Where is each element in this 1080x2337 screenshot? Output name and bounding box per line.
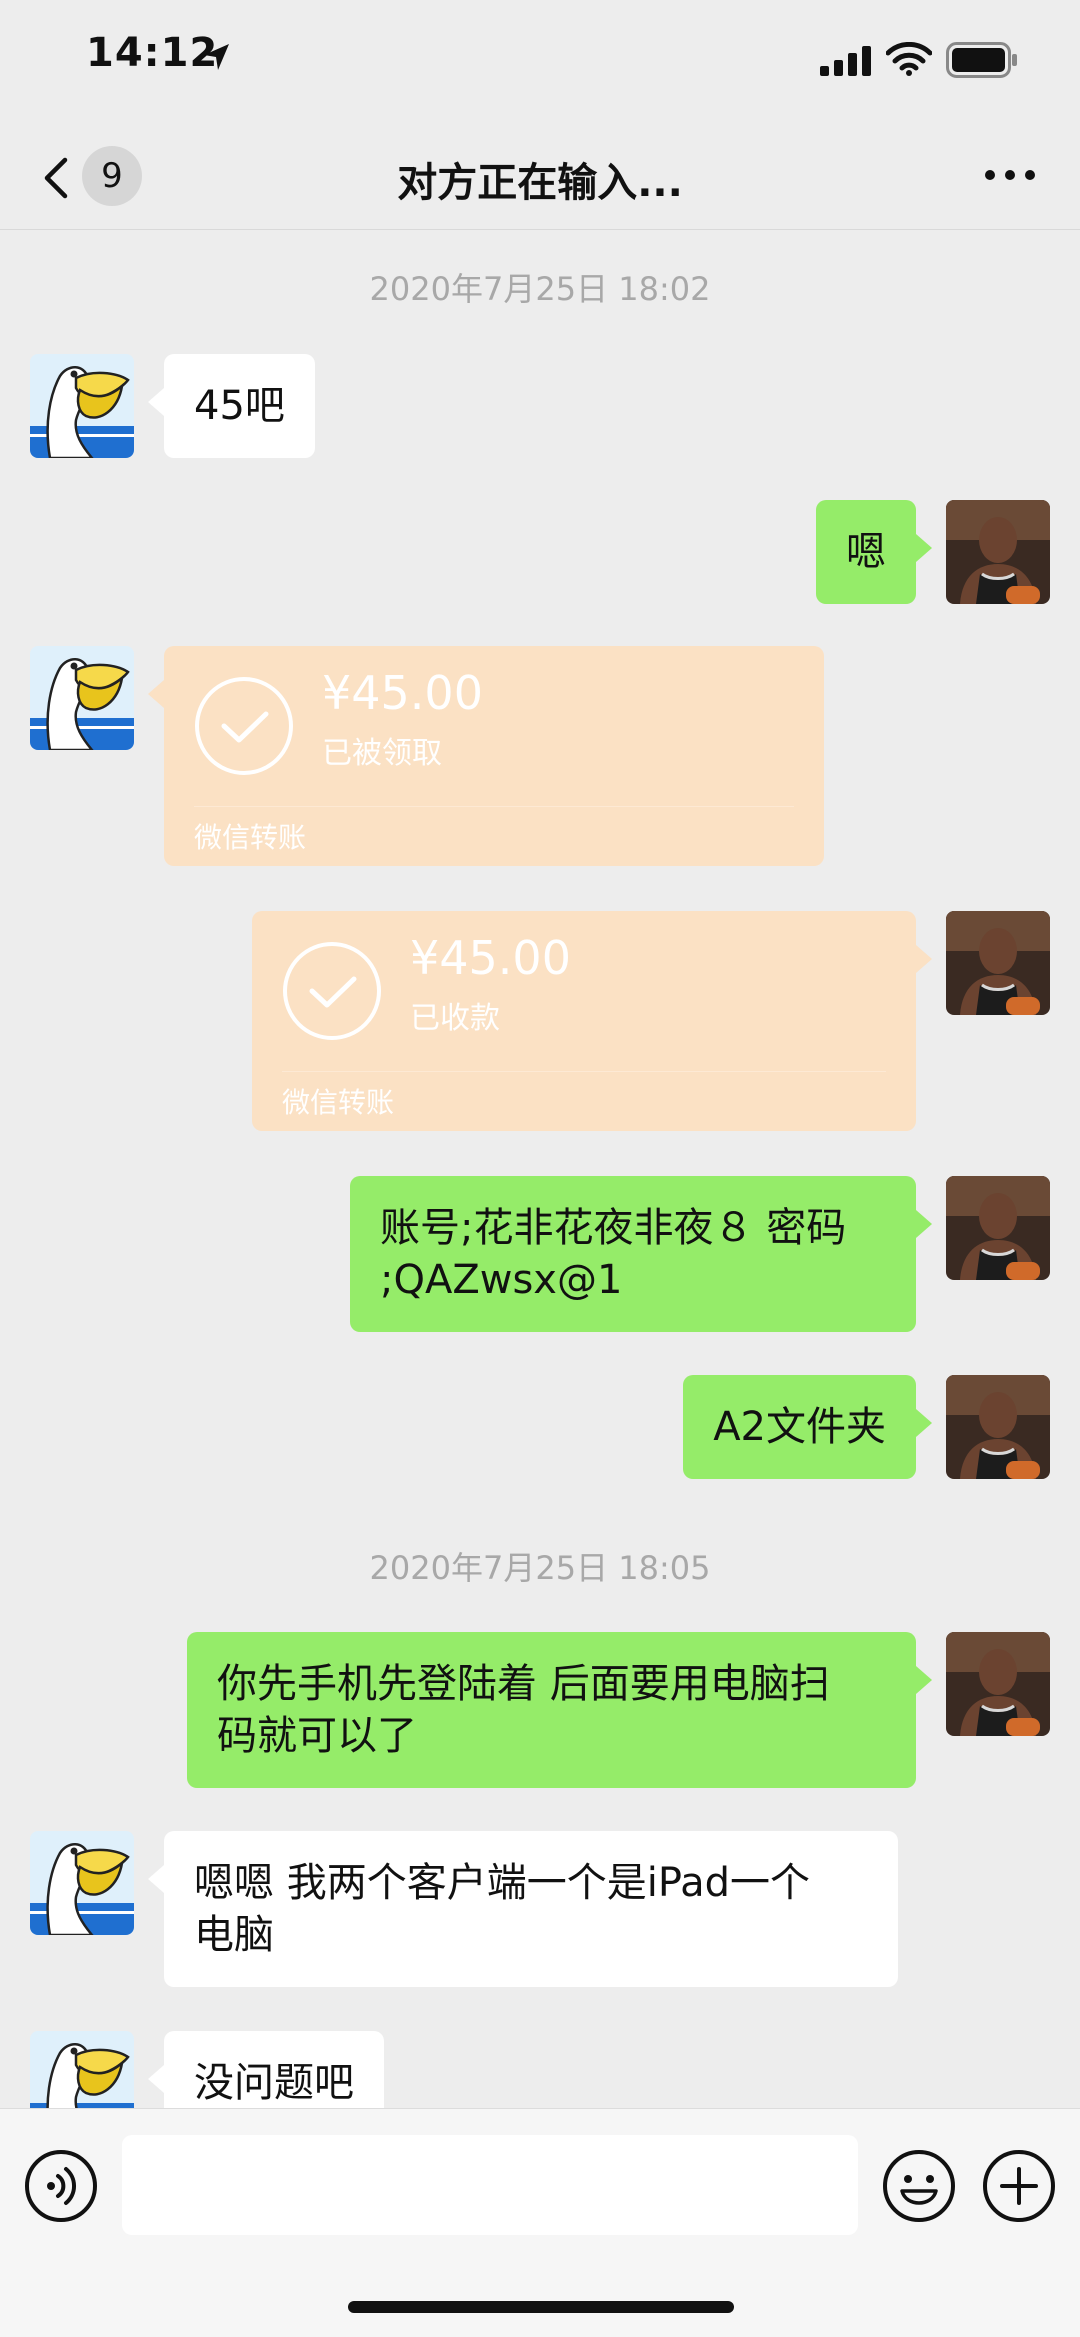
message-text: 嗯嗯 我两个客户端一个是iPad一个: [194, 1860, 811, 1906]
contact-avatar[interactable]: [30, 646, 134, 750]
contact-avatar[interactable]: [30, 354, 134, 458]
sent-message[interactable]: 账号;花非花夜非夜８ 密码 ;QAZwsx@1: [350, 1176, 932, 1332]
contact-avatar[interactable]: [30, 2031, 134, 2108]
location-arrow-icon: [204, 44, 229, 70]
chat-area[interactable]: 2020年7月25日 18:02 45吧 嗯 ¥45.00 已被领取 微信转账 …: [0, 231, 1080, 2108]
message-text: 没问题吧: [194, 2060, 354, 2106]
message-text: A2文件夹: [713, 1404, 886, 1450]
divider: [282, 1071, 886, 1072]
transfer-label: 微信转账: [194, 821, 307, 854]
check-circle-icon: [283, 942, 381, 1040]
message-text: ;QAZwsx@1: [380, 1257, 623, 1303]
back-button[interactable]: 9: [30, 140, 150, 210]
transfer-label: 微信转账: [282, 1086, 395, 1119]
message-text: 码就可以了: [217, 1713, 417, 1759]
plus-icon[interactable]: [982, 2149, 1056, 2223]
emoji-icon[interactable]: [882, 2149, 956, 2223]
transfer-amount: ¥45.00: [322, 666, 483, 720]
nav-bar: 9 对方正在输入...: [0, 120, 1080, 230]
transfer-amount: ¥45.00: [410, 931, 571, 985]
message-text: 嗯: [846, 529, 886, 575]
transfer-card[interactable]: ¥45.00 已收款 微信转账: [252, 911, 932, 1131]
my-avatar[interactable]: [946, 1632, 1050, 1736]
transfer-card[interactable]: ¥45.00 已被领取 微信转账: [148, 646, 824, 866]
chevron-left-icon: [44, 157, 68, 199]
received-message[interactable]: 45吧: [148, 354, 315, 458]
my-avatar[interactable]: [946, 911, 1050, 1015]
sent-message[interactable]: A2文件夹: [683, 1375, 932, 1479]
status-bar: 14:12: [0, 0, 1080, 120]
more-dots-icon[interactable]: [970, 150, 1050, 200]
my-avatar[interactable]: [946, 1375, 1050, 1479]
contact-avatar[interactable]: [30, 1831, 134, 1935]
status-time: 14:12: [86, 30, 219, 76]
input-bar: [0, 2108, 1080, 2337]
transfer-status: 已收款: [410, 1001, 500, 1036]
wifi-icon: [886, 42, 932, 76]
divider: [194, 806, 794, 807]
message-text: 电脑: [194, 1912, 274, 1958]
message-text: 你先手机先登陆着 后面要用电脑扫: [217, 1661, 830, 1707]
transfer-status: 已被领取: [322, 736, 442, 771]
my-avatar[interactable]: [946, 500, 1050, 604]
signal-icon: [820, 46, 871, 76]
unread-badge: 9: [82, 146, 142, 206]
sent-message[interactable]: 嗯: [816, 500, 932, 604]
battery-icon: [946, 42, 1017, 78]
voice-icon[interactable]: [24, 2149, 98, 2223]
message-text: 账号;花非花夜非夜８ 密码: [380, 1205, 847, 1251]
received-message[interactable]: 没问题吧: [148, 2031, 384, 2108]
page-title: 对方正在输入...: [397, 160, 683, 206]
check-circle-icon: [195, 677, 293, 775]
received-message[interactable]: 嗯嗯 我两个客户端一个是iPad一个 电脑: [148, 1831, 898, 1987]
message-text: 45吧: [194, 383, 285, 429]
sent-message[interactable]: 你先手机先登陆着 后面要用电脑扫 码就可以了: [187, 1632, 932, 1788]
message-input[interactable]: [122, 2135, 858, 2235]
home-indicator[interactable]: [348, 2301, 734, 2313]
timestamp: 2020年7月25日 18:05: [369, 1549, 711, 1587]
my-avatar[interactable]: [946, 1176, 1050, 1280]
timestamp: 2020年7月25日 18:02: [369, 270, 711, 308]
